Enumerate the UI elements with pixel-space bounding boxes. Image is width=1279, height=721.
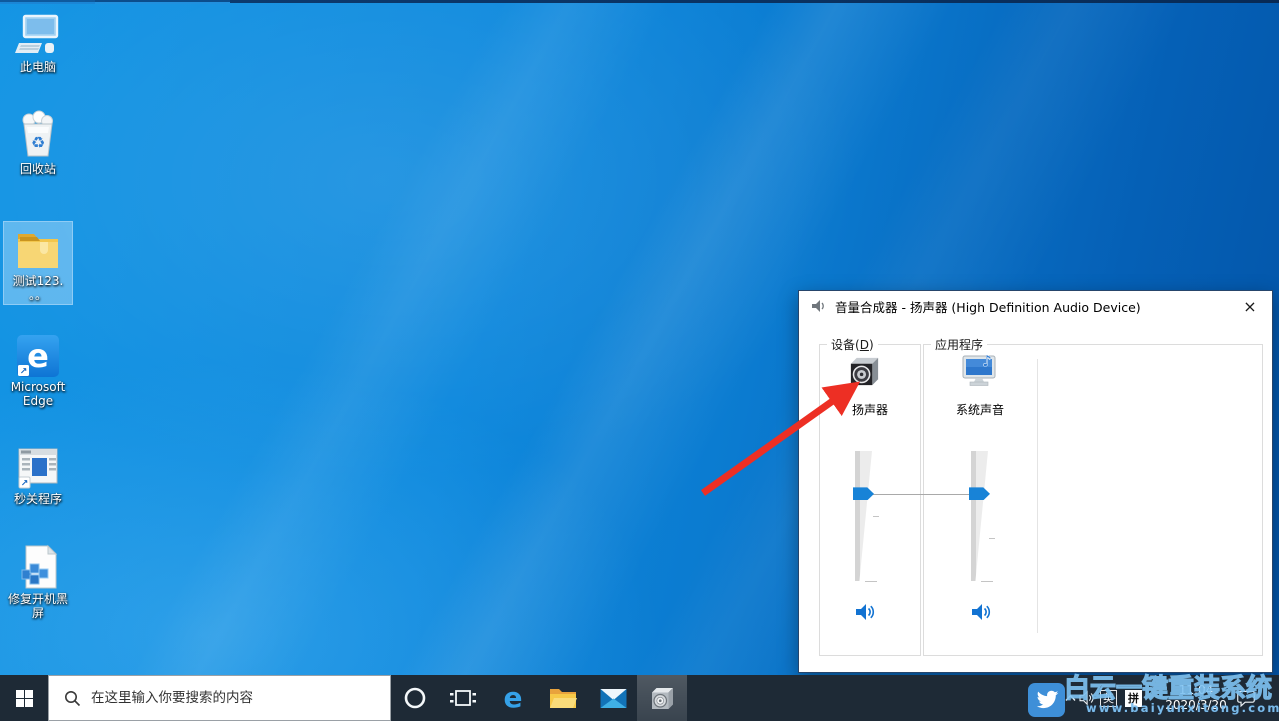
desktop-icon-folder-test123[interactable]: 测试123. 。。: [4, 222, 72, 304]
window-title: 音量合成器 - 扬声器 (High Definition Audio Devic…: [835, 297, 1141, 316]
desktop-icon-fix-black-screen[interactable]: 修复开机黑屏: [4, 544, 72, 620]
ime-pinyin-indicator[interactable]: 拼: [1124, 675, 1143, 721]
slider-tick: [981, 581, 993, 582]
chevron-up-icon: [1065, 694, 1076, 702]
action-center-icon: [1236, 689, 1256, 708]
slider-tick: [989, 538, 995, 539]
desktop-icon-label: 修复开机黑屏: [4, 592, 72, 620]
cortana-button[interactable]: [391, 675, 439, 721]
svg-text:♻: ♻: [31, 133, 45, 152]
mail-icon: [600, 687, 627, 710]
desktop-icon-label: 秒关程序: [4, 492, 72, 506]
desktop-icon-label: 此电脑: [4, 60, 72, 74]
speaker-app-icon: [649, 685, 676, 712]
device-group-label: 设备(D): [827, 336, 878, 353]
desktop-icon-label: 测试123.: [4, 274, 72, 288]
svg-text:e: e: [27, 337, 49, 375]
taskbar: e: [0, 675, 1279, 721]
file-explorer-icon: [549, 686, 577, 710]
column-separator: [1037, 359, 1038, 633]
search-icon: [64, 690, 81, 707]
svg-text:e: e: [504, 683, 523, 713]
taskbar-search-box[interactable]: [48, 675, 391, 721]
mixer-titlebar[interactable]: 音量合成器 - 扬声器 (High Definition Audio Devic…: [799, 291, 1272, 321]
desktop-icon-miao-guan-app[interactable]: ↗ 秒关程序: [4, 446, 72, 506]
mute-button-speakers[interactable]: [855, 602, 877, 622]
desktop-icon-label: 回收站: [4, 162, 72, 176]
desktop-icon-label: Microsoft: [4, 380, 72, 394]
top-edge-segment: [95, 0, 230, 4]
system-sounds-icon: ♪: [961, 353, 999, 392]
windows-logo-icon: [16, 690, 33, 707]
registry-file-icon: [4, 544, 72, 590]
action-center-button[interactable]: [1233, 675, 1259, 721]
desktop-icon-microsoft-edge[interactable]: e ↗ Microsoft Edge: [4, 334, 72, 408]
cortana-icon: [403, 686, 427, 710]
clock-date: 2020/3/20: [1165, 698, 1227, 713]
svg-text:↗: ↗: [21, 479, 29, 489]
edge-icon: e ↗: [4, 334, 72, 378]
desktop-icon-this-pc[interactable]: 此电脑: [4, 12, 72, 74]
ime-english-indicator[interactable]: 英: [1099, 675, 1118, 721]
channel-name-speakers: 扬声器: [819, 401, 921, 418]
mute-button-system-sounds[interactable]: [971, 602, 993, 622]
svg-text:↗: ↗: [20, 367, 28, 377]
edge-icon: e: [498, 683, 528, 713]
task-view-icon: [450, 687, 476, 709]
folder-icon: [4, 226, 72, 272]
top-edge-segment: [0, 0, 95, 4]
desktop-icon-label-line2: Edge: [4, 394, 72, 408]
taskbar-volume-mixer-button-active[interactable]: [637, 675, 687, 721]
tray-volume-icon[interactable]: [1078, 675, 1098, 721]
close-icon[interactable]: ×: [1228, 291, 1272, 321]
recycle-bin-icon: ♻: [4, 110, 72, 160]
top-edge-line: [230, 0, 1279, 3]
this-pc-icon: [4, 12, 72, 58]
desktop-icon-recycle-bin[interactable]: ♻ 回收站: [4, 110, 72, 176]
clock-time: 11:04: [1179, 683, 1214, 698]
svg-text:♪: ♪: [982, 353, 992, 370]
app-group-label: 应用程序: [931, 336, 987, 353]
slider-tick: [865, 581, 877, 582]
app-window-icon: ↗: [4, 446, 72, 490]
speaker-icon: [1079, 690, 1097, 706]
taskbar-edge-button[interactable]: e: [489, 675, 537, 721]
volume-mixer-window: 音量合成器 - 扬声器 (High Definition Audio Devic…: [798, 290, 1273, 673]
show-hidden-icons-chevron[interactable]: [1063, 675, 1077, 721]
taskbar-file-explorer-button[interactable]: [539, 675, 587, 721]
taskbar-mail-button[interactable]: [589, 675, 637, 721]
taskbar-clock[interactable]: 11:04 2020/3/20: [1158, 675, 1234, 721]
speaker-title-icon: [811, 298, 827, 314]
slider-tick: [873, 516, 879, 517]
desktop-icon-label-line2: 。。: [4, 288, 72, 302]
task-view-button[interactable]: [439, 675, 487, 721]
channel-name-system-sounds: 系统声音: [923, 401, 1037, 418]
search-input[interactable]: [91, 690, 390, 706]
speaker-device-icon: [847, 354, 882, 392]
start-button[interactable]: [0, 675, 48, 721]
